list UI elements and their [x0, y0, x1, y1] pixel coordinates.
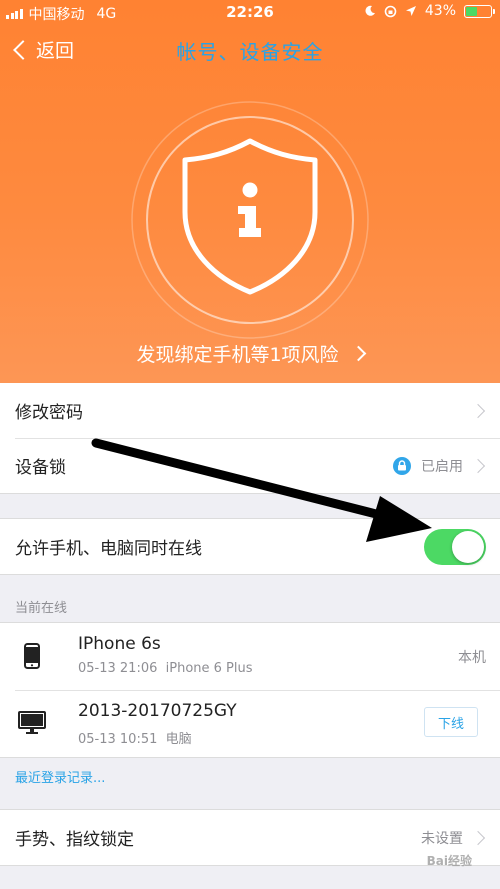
- device-row: 2013-20170725GY 05-13 10:51 电脑 下线: [0, 690, 500, 757]
- chevron-right-icon: [470, 830, 486, 845]
- security-header: 中国移动 4G 22:26 43% 返回 帐号、设备安全 发现绑定手机等1项风险: [0, 0, 500, 383]
- chevron-right-icon: [350, 345, 366, 362]
- device-lock-status: 已启用: [421, 458, 463, 475]
- online-devices-list: IPhone 6s 05-13 21:06 iPhone 6 Plus 本机 2…: [0, 622, 500, 758]
- lock-icon: [393, 456, 411, 475]
- online-toggle-group: 允许手机、电脑同时在线: [0, 518, 500, 575]
- this-device-label: 本机: [458, 650, 486, 666]
- simultaneous-online-toggle[interactable]: [424, 528, 486, 565]
- device-model: 电脑: [165, 732, 192, 747]
- location-icon: [405, 6, 416, 16]
- nav-bar: 返回 帐号、设备安全: [0, 28, 500, 72]
- change-password-label: 修改密码: [15, 403, 83, 423]
- phone-icon: [24, 643, 40, 669]
- simultaneous-online-row: 允许手机、电脑同时在线: [0, 519, 500, 574]
- risk-warning-text: 发现绑定手机等1项风险: [136, 344, 339, 366]
- moon-icon: [365, 5, 375, 16]
- recent-login-link[interactable]: 最近登录记录...: [15, 767, 105, 786]
- device-model: iPhone 6 Plus: [165, 661, 253, 676]
- battery-icon: [464, 4, 495, 18]
- chevron-right-icon: [470, 458, 486, 473]
- watermark: Bai经验: [426, 854, 472, 868]
- gesture-fingerprint-lock-row[interactable]: 手势、指纹锁定 未设置: [0, 810, 500, 865]
- current-online-header: 当前在线: [15, 601, 68, 616]
- device-login-time: 05-13 21:06: [78, 661, 158, 676]
- gesture-fingerprint-lock-label: 手势、指纹锁定: [15, 830, 134, 850]
- device-name: 2013-20170725GY: [78, 701, 237, 721]
- chevron-right-icon: [470, 403, 486, 418]
- device-row: IPhone 6s 05-13 21:06 iPhone 6 Plus 本机: [0, 623, 500, 690]
- device-login-time: 05-13 10:51: [78, 732, 158, 747]
- shield-info-icon: [130, 100, 370, 340]
- device-lock-row[interactable]: 设备锁 已启用: [0, 438, 500, 493]
- simultaneous-online-label: 允许手机、电脑同时在线: [15, 539, 202, 559]
- device-lock-label: 设备锁: [15, 458, 66, 478]
- app-lock-group: 手势、指纹锁定 未设置: [0, 809, 500, 866]
- security-settings-group: 修改密码 设备锁 已启用: [0, 383, 500, 494]
- battery-percent: 43%: [424, 3, 456, 19]
- rotation-lock-icon: [384, 5, 397, 17]
- gesture-lock-status: 未设置: [421, 830, 463, 847]
- page-title: 帐号、设备安全: [176, 40, 324, 64]
- force-offline-button[interactable]: 下线: [424, 707, 478, 737]
- status-bar: 中国移动 4G 22:26 43%: [0, 0, 500, 26]
- change-password-row[interactable]: 修改密码: [0, 383, 500, 438]
- device-name: IPhone 6s: [78, 634, 161, 654]
- computer-icon: [18, 711, 46, 734]
- risk-warning-link[interactable]: 发现绑定手机等1项风险: [0, 340, 500, 367]
